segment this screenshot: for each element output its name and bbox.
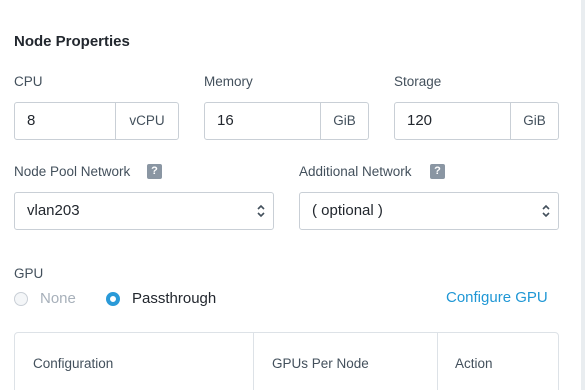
- node-pool-network-value: vlan203: [27, 202, 80, 219]
- cpu-unit: vCPU: [115, 103, 178, 139]
- gpu-passthrough-radio[interactable]: [106, 292, 120, 306]
- memory-value[interactable]: 16: [205, 103, 320, 139]
- cpu-value[interactable]: 8: [15, 103, 115, 139]
- column-divider: [253, 333, 254, 390]
- storage-field[interactable]: 120 GiB: [394, 102, 559, 140]
- column-header-configuration: Configuration: [33, 356, 114, 371]
- gpu-label: GPU: [14, 266, 44, 281]
- cpu-label: CPU: [14, 74, 43, 89]
- storage-value[interactable]: 120: [395, 103, 510, 139]
- cpu-field[interactable]: 8 vCPU: [14, 102, 179, 140]
- storage-unit: GiB: [510, 103, 558, 139]
- column-header-gpus-per-node: GPUs Per Node: [272, 356, 369, 371]
- additional-network-value: ( optional ): [312, 202, 383, 219]
- select-arrows-icon: [542, 204, 550, 218]
- memory-field[interactable]: 16 GiB: [204, 102, 369, 140]
- memory-label: Memory: [204, 74, 253, 89]
- help-icon[interactable]: ?: [430, 164, 445, 179]
- scrollbar-track[interactable]: [581, 0, 585, 390]
- node-pool-network-select[interactable]: vlan203: [14, 192, 274, 230]
- gpu-passthrough-label[interactable]: Passthrough: [132, 290, 216, 307]
- memory-unit: GiB: [320, 103, 368, 139]
- select-arrows-icon: [257, 204, 265, 218]
- section-title: Node Properties: [14, 33, 130, 50]
- storage-label: Storage: [394, 74, 442, 89]
- additional-network-label: Additional Network: [299, 164, 412, 179]
- column-header-action: Action: [455, 356, 493, 371]
- node-pool-network-label: Node Pool Network: [14, 164, 131, 179]
- column-divider: [437, 333, 438, 390]
- gpu-table: Configuration GPUs Per Node Action: [14, 332, 559, 390]
- configure-gpu-link[interactable]: Configure GPU: [446, 289, 548, 306]
- gpu-none-radio[interactable]: [14, 292, 28, 306]
- additional-network-select[interactable]: ( optional ): [299, 192, 559, 230]
- gpu-none-label[interactable]: None: [40, 290, 76, 307]
- help-icon[interactable]: ?: [147, 164, 162, 179]
